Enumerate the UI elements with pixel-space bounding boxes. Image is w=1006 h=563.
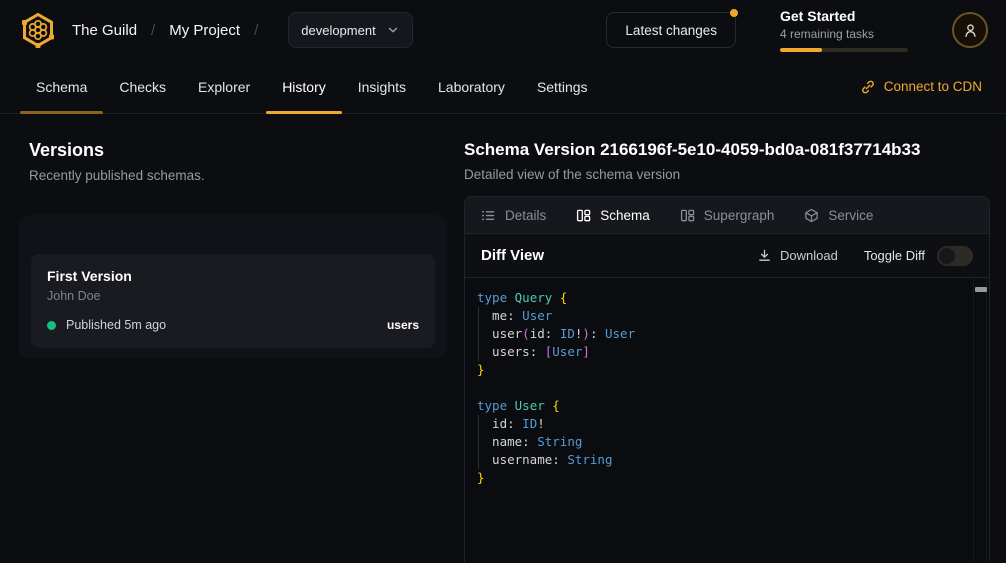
get-started-title: Get Started	[780, 8, 908, 24]
detail-tab-label: Details	[505, 208, 546, 223]
columns-icon	[576, 208, 591, 223]
chevron-down-icon	[386, 23, 400, 37]
columns-icon	[680, 208, 695, 223]
breadcrumb-project[interactable]: My Project	[169, 22, 240, 39]
version-detail-subtitle: Detailed view of the schema version	[464, 167, 990, 182]
nav-tab-label: Schema	[36, 79, 87, 95]
detail-tab-bar: Details Schema	[465, 197, 989, 234]
detail-tab-label: Supergraph	[704, 208, 775, 223]
versions-panel: Versions Recently published schemas. Fir…	[0, 114, 464, 562]
version-author: John Doe	[47, 289, 419, 303]
nav-tab-history[interactable]: History	[266, 60, 342, 113]
connect-to-cdn-link[interactable]: Connect to CDN	[860, 60, 982, 113]
get-started-progress-track	[780, 48, 908, 52]
breadcrumb-separator: /	[151, 22, 155, 39]
version-detail-box: Details Schema	[464, 196, 990, 562]
detail-tab-label: Schema	[600, 208, 650, 223]
breadcrumb-separator: /	[254, 22, 258, 39]
detail-tab-schema[interactable]: Schema	[576, 208, 650, 223]
schema-code-viewer[interactable]: type Query { me: User user(id: ID!): Use…	[465, 278, 989, 562]
connect-to-cdn-label: Connect to CDN	[884, 79, 982, 94]
primary-nav: Schema Checks Explorer History Insights …	[0, 60, 1006, 114]
toggle-diff-switch[interactable]	[937, 246, 973, 266]
versions-subtitle: Recently published schemas.	[29, 168, 447, 183]
user-avatar[interactable]	[952, 12, 988, 48]
top-bar: The Guild / My Project / development Lat…	[0, 0, 1006, 60]
nav-tab-laboratory[interactable]: Laboratory	[422, 60, 521, 113]
target-dropdown[interactable]: development	[288, 12, 412, 48]
download-label: Download	[780, 248, 838, 263]
person-icon	[962, 22, 979, 39]
nav-tab-label: Insights	[358, 79, 406, 95]
version-detail-panel: Schema Version 2166196f-5e10-4059-bd0a-0…	[464, 114, 990, 562]
notification-dot	[730, 9, 738, 17]
code-scrollbar[interactable]	[973, 278, 987, 562]
latest-changes-button[interactable]: Latest changes	[606, 12, 736, 48]
code-editor: type Query { me: User user(id: ID!): Use…	[477, 289, 969, 487]
nav-tab-label: Explorer	[198, 79, 250, 95]
scrollbar-thumb[interactable]	[975, 287, 987, 292]
get-started-progress-fill	[780, 48, 822, 52]
get-started-subtitle: 4 remaining tasks	[780, 27, 908, 41]
hive-logo-icon[interactable]	[18, 10, 58, 50]
detail-tab-supergraph[interactable]: Supergraph	[680, 208, 775, 223]
toggle-diff-label: Toggle Diff	[864, 248, 925, 263]
download-icon	[757, 248, 772, 263]
version-service-badge: users	[387, 318, 419, 332]
toggle-diff-control: Toggle Diff	[864, 246, 973, 266]
diff-view-title: Diff View	[481, 247, 544, 264]
target-dropdown-value: development	[301, 23, 375, 38]
nav-tab-settings[interactable]: Settings	[521, 60, 604, 113]
version-list-item[interactable]: First Version John Doe Published 5m ago …	[31, 254, 435, 348]
nav-tab-label: Settings	[537, 79, 588, 95]
topbar-right: Latest changes Get Started 4 remaining t…	[606, 8, 988, 52]
nav-tab-label: History	[282, 79, 326, 95]
nav-tab-label: Laboratory	[438, 79, 505, 95]
published-status-dot	[47, 321, 56, 330]
version-status: Published 5m ago	[66, 318, 166, 332]
nav-tab-explorer[interactable]: Explorer	[182, 60, 266, 113]
breadcrumb-org[interactable]: The Guild	[72, 22, 137, 39]
get-started-widget[interactable]: Get Started 4 remaining tasks	[780, 8, 908, 52]
versions-title: Versions	[29, 140, 447, 161]
detail-tab-service[interactable]: Service	[804, 208, 873, 223]
nav-tab-label: Checks	[119, 79, 166, 95]
cube-icon	[804, 208, 819, 223]
nav-tab-checks[interactable]: Checks	[103, 60, 182, 113]
latest-changes-label: Latest changes	[625, 23, 717, 38]
diff-view-actions: Download Toggle Diff	[757, 246, 973, 266]
detail-tab-details[interactable]: Details	[481, 208, 546, 223]
detail-tab-label: Service	[828, 208, 873, 223]
list-icon	[481, 208, 496, 223]
version-meta-row: Published 5m ago users	[47, 318, 419, 332]
main-content: Versions Recently published schemas. Fir…	[0, 114, 1006, 562]
toggle-knob	[939, 248, 955, 264]
link-icon	[860, 79, 876, 95]
diff-view-bar: Diff View Download Toggle Diff	[465, 234, 989, 278]
nav-tab-schema[interactable]: Schema	[20, 60, 103, 113]
nav-tab-insights[interactable]: Insights	[342, 60, 422, 113]
versions-list-card: First Version John Doe Published 5m ago …	[19, 215, 447, 358]
version-detail-title: Schema Version 2166196f-5e10-4059-bd0a-0…	[464, 140, 990, 160]
download-button[interactable]: Download	[757, 248, 838, 263]
version-name: First Version	[47, 268, 419, 284]
